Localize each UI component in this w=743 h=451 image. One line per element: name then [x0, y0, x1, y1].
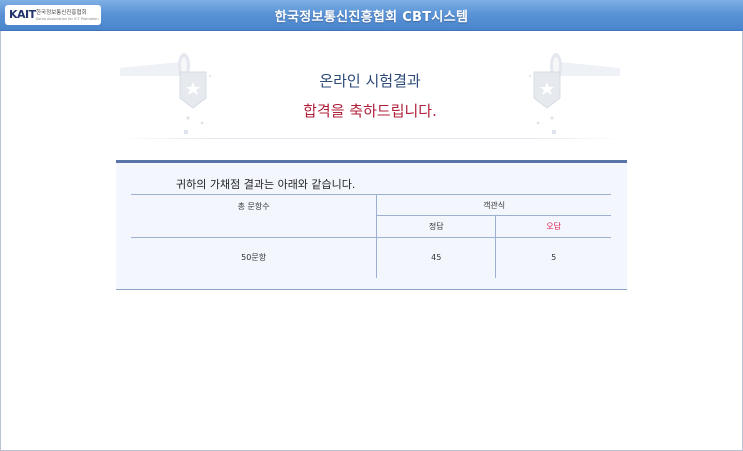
trumpet-icon — [528, 53, 620, 134]
congrats-message: 합격을 축하드립니다. — [303, 102, 437, 120]
app-title: 한국정보통신진흥협회 CBT시스템 — [274, 10, 469, 25]
score-table: 총 문항수 객관식 정답 오답 50문항 45 5 — [131, 194, 611, 278]
wrong-count-value: 5 — [495, 237, 611, 278]
header-bar: KAIT 한국정보통신진흥협회 Korea Association for IC… — [0, 0, 743, 31]
col-total-header: 총 문항수 — [131, 194, 377, 238]
total-questions-value: 50문항 — [131, 237, 377, 278]
col-wrong-header: 오답 — [495, 215, 611, 238]
col-correct-header: 정답 — [376, 215, 496, 238]
col-objective-header: 객관식 — [376, 194, 611, 216]
score-message: 귀하의 가채점 결과는 아래와 같습니다. — [176, 178, 356, 191]
divider — [116, 138, 627, 139]
score-panel: 귀하의 가채점 결과는 아래와 같습니다. 총 문항수 객관식 정답 오답 50… — [116, 160, 627, 290]
correct-count-value: 45 — [376, 237, 496, 278]
trumpet-icon — [120, 53, 212, 134]
result-heading: 온라인 시험결과 — [319, 72, 421, 90]
